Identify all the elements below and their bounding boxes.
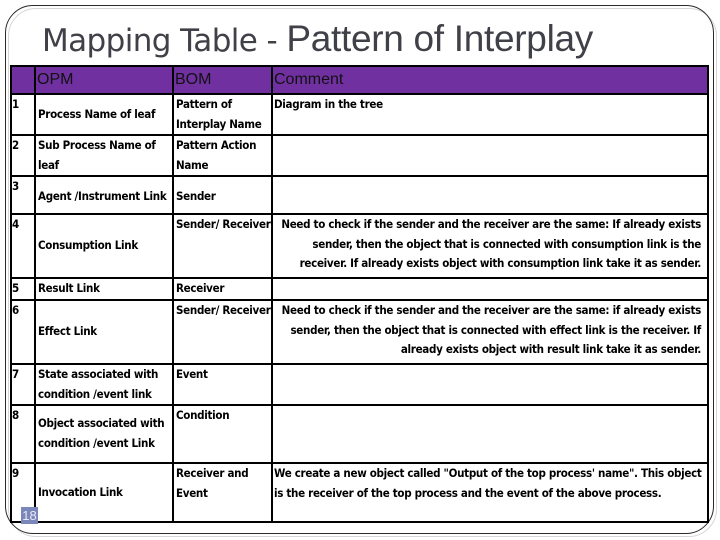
bom-text: Condition	[176, 408, 230, 422]
bom-text: Sender	[176, 188, 216, 203]
header-bom: BOM	[172, 65, 273, 95]
row-number: 5	[10, 277, 36, 301]
opm-text: Object associated with condition /event …	[38, 416, 165, 450]
table-row: 3 Agent /Instrument Link Sender	[10, 175, 709, 215]
table-row: 5 Result Link Receiver	[10, 277, 709, 301]
row-number: 4	[10, 213, 36, 279]
comment-cell: Need to check if the sender and the rece…	[271, 213, 709, 279]
opm-cell: Process Name of leaf	[34, 93, 174, 136]
opm-cell: Object associated with condition /event …	[34, 404, 174, 464]
opm-text: Consumption Link	[38, 238, 138, 253]
opm-text: Effect Link	[38, 324, 97, 339]
bom-cell: Sender/ Receiver	[172, 213, 273, 279]
header-comment: Comment	[271, 65, 709, 95]
opm-text: Invocation Link	[38, 484, 123, 499]
bom-text: Receiver	[176, 281, 225, 295]
row-number: 3	[10, 175, 36, 215]
bom-cell: Sender/ Receiver	[172, 299, 273, 365]
slide-title: Mapping Table - Pattern of Interplay	[42, 18, 593, 60]
bom-text: Pattern of Interplay Name	[176, 97, 262, 131]
comment-text: Need to check if the sender and the rece…	[281, 217, 701, 270]
title-main: Pattern of Interplay	[286, 18, 593, 59]
title-prefix: Mapping Table -	[42, 23, 287, 59]
table-row: 9 Invocation Link Receiver and Event We …	[10, 462, 709, 523]
table-row: 6 Effect Link Sender/ Receiver Need to c…	[10, 299, 709, 365]
row-number: 8	[10, 404, 36, 464]
table-header-row: OPM BOM Comment	[10, 65, 709, 95]
comment-cell	[271, 175, 709, 215]
comment-cell	[271, 134, 709, 177]
row-number: 7	[10, 363, 36, 406]
row-number: 1	[10, 93, 36, 136]
table-row: 1 Process Name of leaf Pattern of Interp…	[10, 93, 709, 136]
opm-text: Agent /Instrument Link	[38, 188, 167, 203]
table-row: 2 Sub Process Name of leaf Pattern Actio…	[10, 134, 709, 177]
opm-text: Sub Process Name of leaf	[38, 138, 156, 172]
page-number: 18	[21, 507, 38, 524]
bom-cell: Sender	[172, 175, 273, 215]
opm-cell: State associated with condition /event l…	[34, 363, 174, 406]
opm-cell: Effect Link	[34, 299, 174, 365]
bom-cell: Receiver and Event	[172, 462, 273, 523]
table-row: 8 Object associated with condition /even…	[10, 404, 709, 464]
bom-cell: Receiver	[172, 277, 273, 301]
comment-cell: Need to check if the sender and the rece…	[271, 299, 709, 365]
bom-cell: Pattern Action Name	[172, 134, 273, 177]
bom-text: Pattern Action Name	[176, 138, 257, 172]
bom-text: Event	[176, 367, 208, 381]
table-row: 7 State associated with condition /event…	[10, 363, 709, 406]
opm-text: State associated with condition /event l…	[38, 367, 159, 401]
opm-cell: Consumption Link	[34, 213, 174, 279]
comment-cell	[271, 404, 709, 464]
bom-text: Receiver and Event	[176, 466, 249, 500]
row-number: 2	[10, 134, 36, 177]
bom-cell: Pattern of Interplay Name	[172, 93, 273, 136]
table-row: 4 Consumption Link Sender/ Receiver Need…	[10, 213, 709, 279]
comment-cell: Diagram in the tree	[271, 93, 709, 136]
opm-text: Process Name of leaf	[38, 106, 156, 121]
opm-cell: Result Link	[34, 277, 174, 301]
opm-cell: Agent /Instrument Link	[34, 175, 174, 215]
comment-cell: We create a new object called "Output of…	[271, 462, 709, 523]
header-num	[10, 65, 36, 95]
comment-text: We create a new object called "Output of…	[274, 466, 702, 500]
comment-text: Diagram in the tree	[274, 97, 383, 111]
comment-text: Need to check if the sender and the rece…	[281, 303, 702, 356]
comment-cell	[271, 363, 709, 406]
row-number: 6	[10, 299, 36, 365]
opm-cell: Invocation Link	[34, 462, 174, 523]
opm-cell: Sub Process Name of leaf	[34, 134, 174, 177]
bom-cell: Event	[172, 363, 273, 406]
bom-cell: Condition	[172, 404, 273, 464]
comment-cell	[271, 277, 709, 301]
header-opm: OPM	[34, 65, 174, 95]
bom-text: Sender/ Receiver	[176, 303, 271, 317]
opm-text: Result Link	[38, 281, 100, 295]
mapping-table: OPM BOM Comment 1 Process Name of leaf P…	[10, 65, 709, 523]
bom-text: Sender/ Receiver	[176, 217, 271, 231]
